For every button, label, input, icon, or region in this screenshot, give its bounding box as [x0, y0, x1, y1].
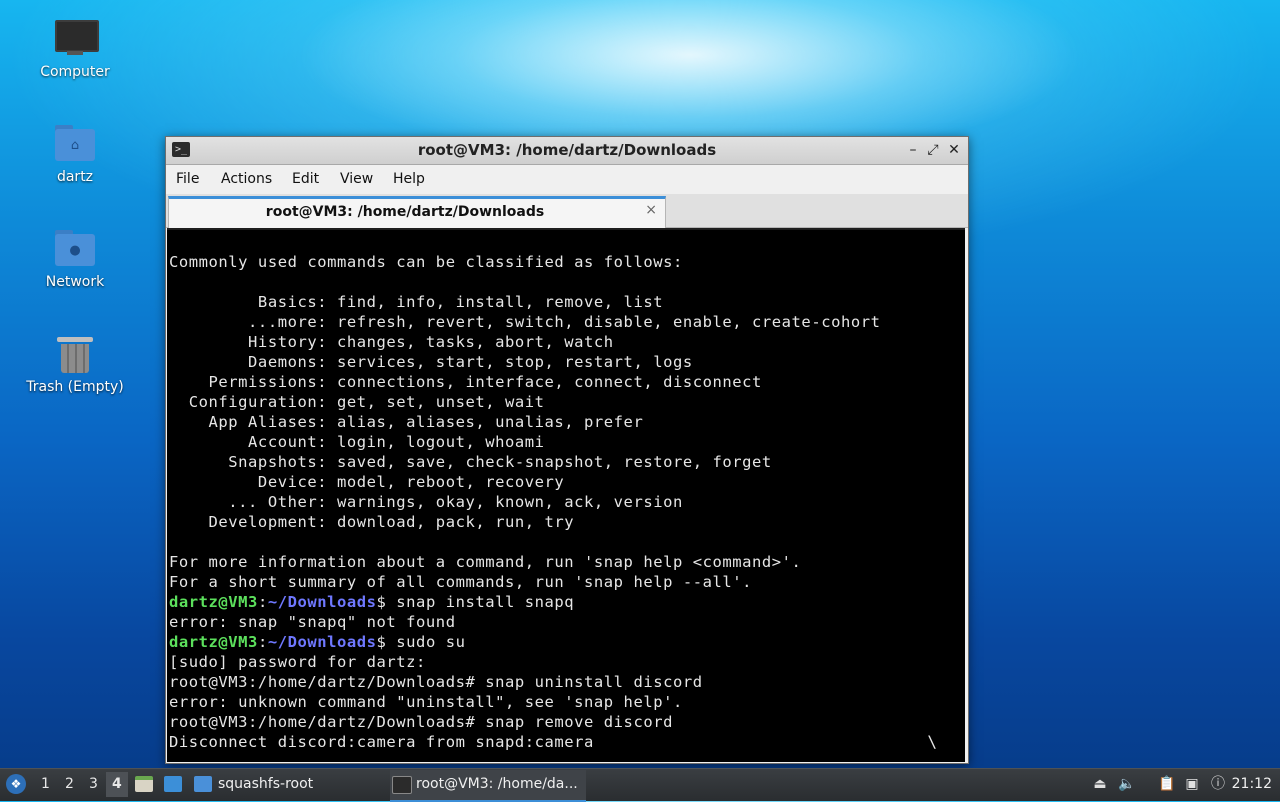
workspace-4[interactable]: 4: [112, 776, 122, 792]
trash-icon: [53, 333, 97, 373]
prompt-command: $ sudo su: [376, 633, 466, 651]
maximize-button[interactable]: ⤢: [924, 141, 942, 159]
minimize-button[interactable]: –: [904, 141, 922, 159]
terminal-line: Disconnect discord:camera from snapd:cam…: [169, 733, 594, 751]
prompt-user: dartz@VM3: [169, 633, 258, 651]
task-terminal[interactable]: root@VM3: /home/da...: [390, 770, 586, 802]
terminal-output[interactable]: Commonly used commands can be classified…: [167, 228, 965, 762]
tab-close-icon[interactable]: ×: [645, 202, 657, 218]
folder-icon: [194, 776, 212, 792]
terminal-line: Commonly used commands can be classified…: [169, 253, 683, 271]
progress-spinner: \: [927, 732, 937, 751]
clock[interactable]: 21:12: [1232, 776, 1272, 792]
show-desktop-icon[interactable]: [164, 776, 182, 792]
menu-file[interactable]: File: [176, 171, 199, 187]
start-menu-icon[interactable]: ❖: [6, 774, 26, 794]
terminal-window: >_ root@VM3: /home/dartz/Downloads – ⤢ ✕…: [165, 136, 969, 764]
workspace-2[interactable]: 2: [65, 776, 74, 792]
tab-bar: root@VM3: /home/dartz/Downloads ×: [166, 194, 968, 229]
clipboard-icon[interactable]: 📋: [1158, 776, 1175, 792]
tab-label: root@VM3: /home/dartz/Downloads: [265, 204, 545, 220]
menu-edit[interactable]: Edit: [292, 171, 319, 187]
prompt-path: ~/Downloads: [267, 633, 377, 651]
terminal-line: error: unknown command "uninstall", see …: [169, 693, 683, 711]
terminal-line: Configuration: get, set, unset, wait: [169, 393, 545, 411]
menubar: File Actions Edit View Help: [166, 165, 968, 194]
menu-view[interactable]: View: [340, 171, 373, 187]
menu-help[interactable]: Help: [393, 171, 425, 187]
tab-terminal[interactable]: root@VM3: /home/dartz/Downloads ×: [168, 196, 666, 229]
terminal-line: Account: login, logout, whoami: [169, 433, 545, 451]
home-folder-icon: ⌂: [53, 123, 97, 163]
terminal-line: Daemons: services, start, stop, restart,…: [169, 353, 693, 371]
prompt-separator: :: [257, 633, 268, 651]
window-title: root@VM3: /home/dartz/Downloads: [417, 141, 717, 159]
eject-icon[interactable]: ⏏: [1092, 776, 1108, 792]
terminal-line: Development: download, pack, run, try: [169, 513, 575, 531]
terminal-line: ... Other: warnings, okay, known, ack, v…: [169, 493, 683, 511]
desktop-icon-trash[interactable]: Trash (Empty): [10, 333, 140, 395]
window-titlebar[interactable]: >_ root@VM3: /home/dartz/Downloads – ⤢ ✕: [166, 137, 968, 165]
terminal-line: For a short summary of all commands, run…: [169, 573, 753, 591]
workspace-3[interactable]: 3: [89, 776, 98, 792]
terminal-line: root@VM3:/home/dartz/Downloads# snap rem…: [169, 713, 673, 731]
terminal-line: For more information about a command, ru…: [169, 553, 802, 571]
network-folder-icon: ●: [53, 228, 97, 268]
desktop-icon-network[interactable]: ● Network: [10, 228, 140, 290]
terminal-line: History: changes, tasks, abort, watch: [169, 333, 614, 351]
terminal-line: root@VM3:/home/dartz/Downloads# snap uni…: [169, 673, 703, 691]
terminal-line: Permissions: connections, interface, con…: [169, 373, 762, 391]
terminal-line: Snapshots: saved, save, check-snapshot, …: [169, 453, 772, 471]
prompt-command: $ snap install snapq: [376, 593, 575, 611]
terminal-icon: [392, 776, 412, 794]
terminal-prompt-line: dartz@VM3:~/Downloads$ snap install snap…: [169, 592, 574, 612]
desktop-icon-label: Network: [45, 274, 105, 290]
volume-icon[interactable]: 🔈: [1118, 776, 1135, 792]
desktop-icon-label: Trash (Empty): [26, 379, 124, 395]
menu-actions[interactable]: Actions: [221, 171, 272, 187]
file-manager-launcher-icon[interactable]: [135, 776, 153, 792]
desktop-icon-label: Computer: [40, 64, 110, 80]
terminal-line: Basics: find, info, install, remove, lis…: [169, 293, 664, 311]
taskbar: ❖ 1 2 3 4 squashfs-root root@VM3: /home/…: [0, 768, 1280, 802]
terminal-line: [sudo] password for dartz:: [169, 653, 426, 671]
desktop-icon-computer[interactable]: Computer: [10, 18, 140, 80]
terminal-line: ...more: refresh, revert, switch, disabl…: [169, 313, 881, 331]
close-button[interactable]: ✕: [945, 141, 963, 159]
desktop-icon-label: dartz: [56, 169, 94, 185]
terminal-line: error: snap "snapq" not found: [169, 613, 456, 631]
workspace-1[interactable]: 1: [41, 776, 50, 792]
prompt-path: ~/Downloads: [267, 593, 377, 611]
network-icon[interactable]: ▣: [1184, 776, 1200, 792]
task-label: squashfs-root: [218, 776, 314, 792]
terminal-line: App Aliases: alias, aliases, unalias, pr…: [169, 413, 644, 431]
prompt-user: dartz@VM3: [169, 593, 258, 611]
prompt-separator: :: [257, 593, 268, 611]
task-squashfs-root[interactable]: squashfs-root: [192, 770, 382, 800]
desktop-icon-dartz[interactable]: ⌂ dartz: [10, 123, 140, 185]
terminal-prompt-line: dartz@VM3:~/Downloads$ sudo su: [169, 632, 465, 652]
task-label: root@VM3: /home/da...: [416, 776, 578, 792]
computer-icon: [53, 18, 99, 58]
notification-icon[interactable]: ⓘ: [1210, 776, 1226, 792]
terminal-line: Device: model, reboot, recovery: [169, 473, 565, 491]
